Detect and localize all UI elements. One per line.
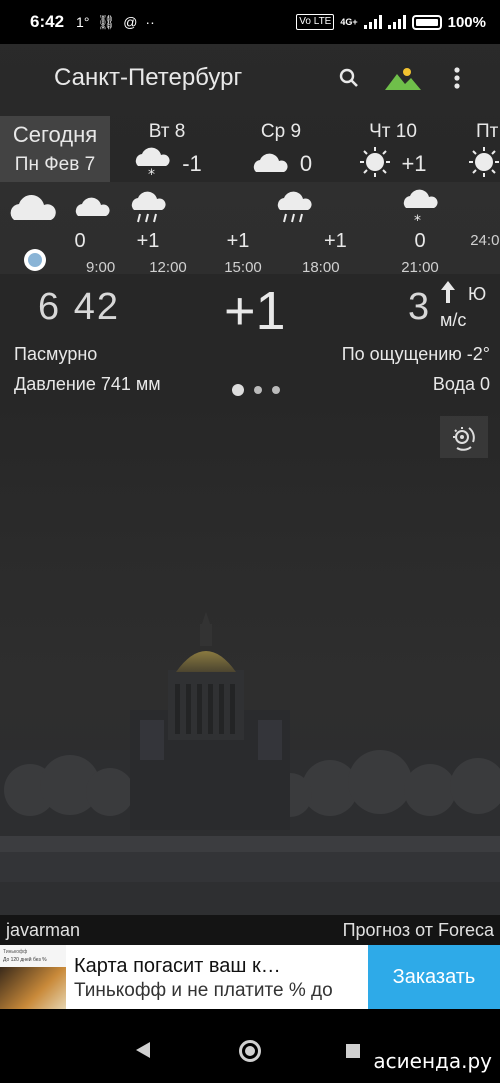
water-temperature: Вода 0 <box>432 374 490 394</box>
recent-apps-icon[interactable] <box>346 1044 360 1058</box>
status-time: 6:42 <box>30 12 65 31</box>
rain-cloud-icon <box>254 182 334 226</box>
hourly-forecast[interactable]: 0 9:00 +1 12:00 +1 15:00 +1 18:00 * 0 21… <box>0 182 500 276</box>
ad-mini-text: До 120 дней без % <box>3 957 47 963</box>
hour-label: 18:00 <box>302 259 340 276</box>
hour-temp: +1 <box>324 230 347 252</box>
landscape-icon[interactable] <box>380 55 426 101</box>
ad-thumbnail[interactable]: Тинькофф До 120 дней без % <box>0 945 66 1009</box>
wind-direction-arrow-icon <box>440 280 456 310</box>
day-temp: 0 <box>299 151 313 176</box>
svg-text:*: * <box>414 213 421 226</box>
back-icon[interactable] <box>136 1042 150 1058</box>
today-date: Пн Фев 7 <box>14 154 96 175</box>
city-title[interactable]: Санкт-Петербург <box>54 64 242 92</box>
day-temp: -1 <box>182 151 202 176</box>
pressure: Давление 741 мм <box>14 374 161 394</box>
search-icon[interactable] <box>326 55 372 101</box>
snow-cloud-icon: * <box>132 144 172 185</box>
status-right: Vo LTE 4G+ 100% <box>296 14 486 31</box>
cloud-icon <box>250 148 290 181</box>
svg-text:*: * <box>148 167 155 180</box>
rain-cloud-icon <box>108 182 188 226</box>
photo-author[interactable]: javarman <box>6 920 80 941</box>
app-bar: Санкт-Петербург <box>0 44 500 112</box>
forecast-provider[interactable]: Прогноз от Foreca <box>343 920 494 941</box>
ad-subtitle: Тинькофф и не платите % до <box>74 980 333 1001</box>
tab-day-tue[interactable]: Вт 8 * -1 <box>112 112 222 183</box>
hour-slot: +1 18:00 <box>254 182 347 276</box>
navigation-bar: асиенда.ру <box>0 1009 500 1083</box>
tab-day-fri[interactable]: Пт <box>430 112 500 181</box>
tab-day-wed[interactable]: Ср 9 0 <box>226 112 336 181</box>
hour-label: 24:00 <box>470 232 500 249</box>
network-type: 4G+ <box>340 17 358 27</box>
temperature-notif-icon: 1° <box>76 13 90 30</box>
ad-order-button[interactable]: Заказать <box>368 945 500 1009</box>
day-temp: +1 <box>401 151 427 176</box>
background-cathedral-image <box>0 600 500 915</box>
wind-direction: Ю <box>468 284 487 304</box>
daily-forecast-tabs: Сегодня Пн Фев 7 Вт 8 * -1 Ср 9 0 Чт 10 … <box>0 112 500 183</box>
volte-icon: Vo LTE <box>296 14 335 30</box>
wind-speed: 3 <box>408 286 430 328</box>
condition-text: Пасмурно <box>14 344 98 364</box>
wind-unit: м/с <box>440 310 467 330</box>
signal-icon <box>363 15 382 29</box>
feels-like: По ощущению -2° <box>341 344 490 364</box>
current-time: 6 42 <box>38 286 120 328</box>
signal-icon-2 <box>387 15 406 29</box>
credit-bar: javarman Прогноз от Foreca <box>0 915 500 945</box>
today-label: Сегодня <box>12 122 98 147</box>
current-temperature: +1 <box>224 281 286 341</box>
hour-label: 21:00 <box>401 259 439 276</box>
sun-icon <box>359 146 391 183</box>
battery-percent: 100% <box>447 13 486 31</box>
tab-today[interactable]: Сегодня Пн Фев 7 <box>0 116 110 182</box>
radar-icon <box>453 427 475 451</box>
day-name: Вт 8 <box>148 121 186 142</box>
status-notification-icons: 1° ⛓ @ ·· <box>76 14 155 31</box>
hour-slot: 24:00 <box>430 182 500 249</box>
hour-temp: +1 <box>136 230 160 252</box>
watermark: асиенда.ру <box>373 1049 492 1073</box>
hour-slot: +1 12:00 <box>108 182 188 276</box>
current-time-marker <box>24 249 46 271</box>
radar-button[interactable] <box>440 416 488 458</box>
ad-title: Карта погасит ваш к… <box>74 955 281 977</box>
sun-icon <box>468 146 500 182</box>
home-icon[interactable] <box>239 1040 261 1062</box>
ad-banner[interactable]: Тинькофф До 120 дней без % Карта погасит… <box>0 945 500 1009</box>
battery-icon <box>411 14 442 30</box>
current-conditions-panel[interactable]: 6 42 +1 3 Ю м/с Пасмурно По ощущению -2°… <box>0 280 500 406</box>
more-notif-icon: ·· <box>145 13 155 30</box>
status-bar: 6:42 1° ⛓ @ ·· Vo LTE 4G+ 100% <box>0 0 500 44</box>
ad-mini-brand: Тинькофф <box>3 949 28 955</box>
link-notif-icon: ⛓ <box>97 13 116 30</box>
day-name: Ср 9 <box>260 121 302 142</box>
page-indicator <box>232 384 280 396</box>
at-notif-icon: @ <box>123 13 138 30</box>
more-vert-icon[interactable] <box>434 55 480 101</box>
day-name: Пт <box>476 121 499 142</box>
hour-label: 12:00 <box>149 259 187 276</box>
